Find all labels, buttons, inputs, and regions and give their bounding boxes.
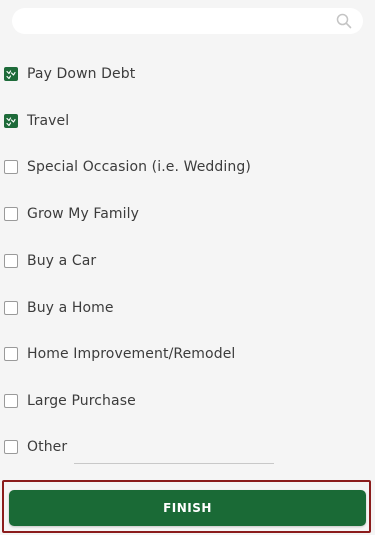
goal-item-pay-down-debt[interactable]: Pay Down Debt [0, 59, 360, 89]
checkbox-checked[interactable] [4, 114, 18, 128]
checkbox[interactable] [4, 301, 18, 315]
checkmark-icon [6, 70, 16, 80]
goal-item-travel[interactable]: Travel [0, 106, 360, 136]
goal-item-large-purchase[interactable]: Large Purchase [0, 386, 360, 416]
goal-label: Grow My Family [27, 206, 140, 222]
search-input[interactable] [12, 8, 356, 34]
goal-label: Large Purchase [27, 393, 136, 409]
checkbox[interactable] [4, 440, 18, 454]
checkbox[interactable] [4, 394, 18, 408]
checkbox[interactable] [4, 347, 18, 361]
goal-label: Travel [27, 113, 70, 129]
checkbox[interactable] [4, 207, 18, 221]
other-goal-input[interactable] [74, 437, 278, 463]
goal-label: Home Improvement/Remodel [27, 346, 236, 362]
finish-button[interactable]: FINISH [9, 490, 366, 526]
goal-item-buy-a-car[interactable]: Buy a Car [0, 246, 360, 276]
checkbox[interactable] [4, 254, 18, 268]
goal-label: Buy a Car [27, 253, 97, 269]
goal-item-grow-my-family[interactable]: Grow My Family [0, 199, 360, 229]
other-input-underline [74, 463, 274, 464]
goal-label: Special Occasion (i.e. Wedding) [27, 159, 251, 175]
goal-item-buy-a-home[interactable]: Buy a Home [0, 293, 360, 323]
goal-label: Other [27, 439, 68, 455]
search-icon[interactable] [335, 12, 353, 30]
search-bar[interactable] [12, 8, 363, 34]
goal-item-special-occasion-i-e-wedding[interactable]: Special Occasion (i.e. Wedding) [0, 152, 360, 182]
goals-screen: Pay Down Debt Travel Special Occasion (i.e… [0, 0, 375, 535]
checkbox[interactable] [4, 160, 18, 174]
checkmark-icon [6, 117, 16, 127]
goal-item-home-improvement-remodel[interactable]: Home Improvement/Remodel [0, 339, 360, 369]
goal-label: Pay Down Debt [27, 66, 136, 82]
checkbox-checked[interactable] [4, 67, 18, 81]
goal-label: Buy a Home [27, 300, 114, 316]
